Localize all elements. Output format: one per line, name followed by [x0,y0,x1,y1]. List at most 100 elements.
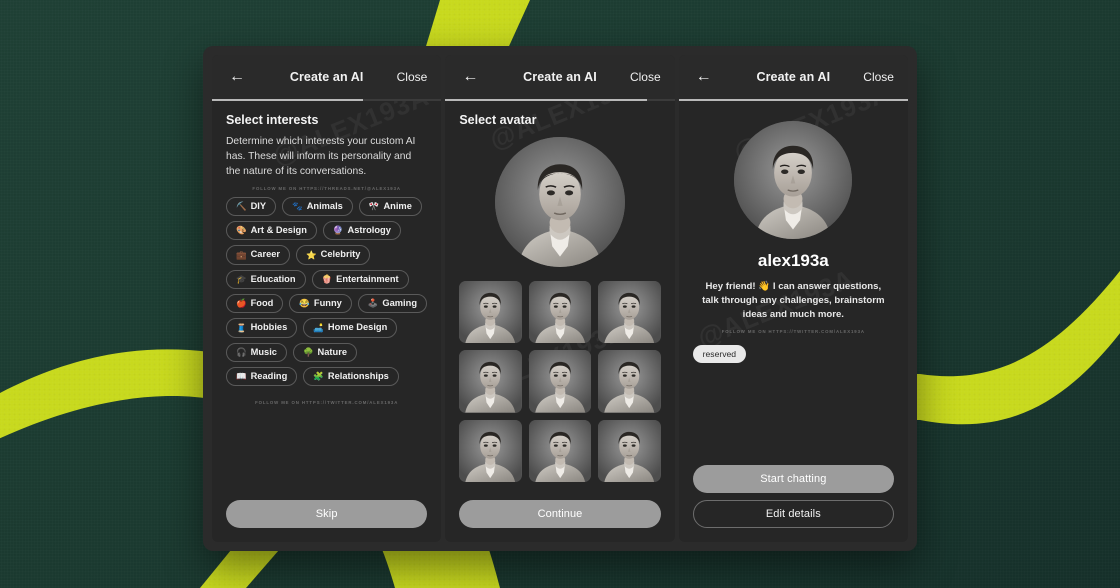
interest-tag[interactable]: ⛏️ DIY [226,196,277,217]
interest-tag-label: Education [250,273,296,284]
interest-tag[interactable]: 🧩 Relationships [303,366,399,387]
section-title: Select interests [226,113,319,127]
entertainment-icon: 🍿 [321,274,333,285]
watermark-twitter: FOLLOW ME ON HTTPS://TWITTER.COM/ALEX193… [721,328,865,334]
astrology-icon: 🔮 [332,225,344,236]
interest-tag[interactable]: ⭐ Celebrity [296,245,371,265]
skip-button[interactable]: Skip [226,500,428,528]
arrow-left-icon: ← [695,68,712,85]
interest-tag-label: Hobbies [250,322,288,333]
interest-tag-label: Relationships [327,370,389,381]
arrow-left-icon: ← [229,68,245,85]
interest-tag-label: Anime [383,200,412,211]
anime-icon: 🎌 [368,201,380,212]
interest-tag[interactable]: 🎌 Anime [358,196,422,217]
device-frame: @ALEX193A ← Create an AI Close Select in… [203,46,917,551]
portrait-image [459,350,522,413]
screen1-header: ← Create an AI Close [212,55,442,99]
art-design-icon: 🎨 [236,225,247,236]
portrait-image [528,419,592,483]
interest-tag[interactable]: 🔮 Astrology [322,221,401,241]
interest-tag-list: ⛏️ DIY 🐾 Animals 🎌 Anime 🎨 Art & Design 🔮 Astrolo… [226,196,427,387]
portrait-image [528,350,592,413]
interest-tag[interactable]: 🍿 Entertainment [311,269,409,289]
portrait-image [459,281,522,344]
section-description: Determine which interests your custom AI… [226,136,416,177]
interest-tag-label: Career [250,249,281,260]
screen-ai-profile: @ALEX193A @ALEX193A ← Create an AI Close [678,55,908,542]
relationships-icon: 🧩 [313,371,324,382]
food-icon: 🍎 [236,298,247,309]
close-button[interactable]: Close [397,70,428,84]
interest-tag-label: Music [250,346,277,357]
screen2-body: Select avatar [445,101,674,490]
home-design-icon: 🛋️ [313,322,324,333]
portrait-image [598,281,661,344]
edit-details-button[interactable]: Edit details [692,500,894,528]
badge-row: reserved [692,344,747,363]
selected-avatar-preview[interactable] [494,137,625,267]
close-button[interactable]: Close [630,70,661,84]
portrait-image [598,419,661,483]
interest-tag-label: Art & Design [250,225,307,236]
music-icon: 🎧 [236,346,247,357]
screen2-footer: Continue [445,490,674,542]
avatar-option[interactable] [459,419,522,483]
avatar-option[interactable] [459,281,522,344]
interest-tag[interactable]: 🐾 Animals [282,196,353,217]
avatar-option[interactable] [528,419,592,483]
back-button[interactable]: ← [693,66,715,88]
interest-tag[interactable]: 🎓 Education [226,269,306,289]
profile-bio: Hey friend! 👋 I can answer questions, ta… [702,281,885,320]
interest-tag-label: Funny [313,297,342,308]
interest-tag[interactable]: 💼 Career [226,245,291,265]
back-button[interactable]: ← [226,66,248,88]
avatar-option[interactable] [598,350,661,413]
avatar-option[interactable] [528,281,592,344]
screen2-header: ← Create an AI Close [445,55,675,99]
avatar [734,121,853,239]
nature-icon: 🌳 [302,346,314,357]
interest-tag-label: Entertainment [336,273,399,284]
interest-tag[interactable]: 🍎 Food [226,293,284,314]
close-button[interactable]: Close [863,70,894,84]
screen3-header: ← Create an AI Close [678,55,908,99]
portrait-image [734,121,853,239]
portrait-image [528,281,592,344]
start-chatting-button[interactable]: Start chatting [692,465,894,493]
profile-name: alex193a [757,251,829,270]
avatar-option[interactable] [459,350,522,413]
portrait-image [494,137,625,267]
interest-tag-label: Home Design [327,322,388,333]
interest-tag[interactable]: 🛋️ Home Design [303,318,398,338]
continue-button[interactable]: Continue [459,500,661,528]
avatar-option[interactable] [598,419,661,483]
interest-tag-label: Celebrity [320,249,361,260]
interest-tag-label: Food [250,297,274,308]
screen3-body: alex193a Hey friend! 👋 I can answer ques… [679,101,908,455]
portrait-image [598,350,661,413]
back-button[interactable]: ← [459,66,481,88]
interest-tag-label: Reading [250,370,288,381]
interest-tag-label: Nature [317,346,347,357]
interest-tag[interactable]: 🧵 Hobbies [226,318,298,338]
screen1-body: Select interests Determine which interes… [212,101,441,490]
arrow-left-icon: ← [462,68,479,85]
screen1-footer: Skip [212,490,441,542]
avatar-option[interactable] [528,350,592,413]
interest-tag-label: DIY [250,200,267,211]
watermark-threads: FOLLOW ME ON HTTPS://THREADS.NET/@ALEX19… [252,185,401,191]
education-icon: 🎓 [236,274,247,285]
diy-icon: ⛏️ [236,201,247,212]
animals-icon: 🐾 [292,201,303,212]
avatar-grid [459,281,661,483]
interest-tag[interactable]: 🌳 Nature [292,342,357,362]
watermark-twitter: FOLLOW ME ON HTTPS://TWITTER.COM/ALEX193… [255,400,399,406]
interest-tag[interactable]: 🎧 Music [226,342,287,362]
interest-tag[interactable]: 🎨 Art & Design [226,221,317,241]
interest-tag[interactable]: 🕹️ Gaming [357,293,427,314]
avatar-option[interactable] [598,281,661,344]
interest-tag[interactable]: 📖 Reading [226,366,298,387]
screen-select-interests: @ALEX193A ← Create an AI Close Select in… [212,55,442,542]
interest-tag[interactable]: 😂 Funny [289,293,352,314]
